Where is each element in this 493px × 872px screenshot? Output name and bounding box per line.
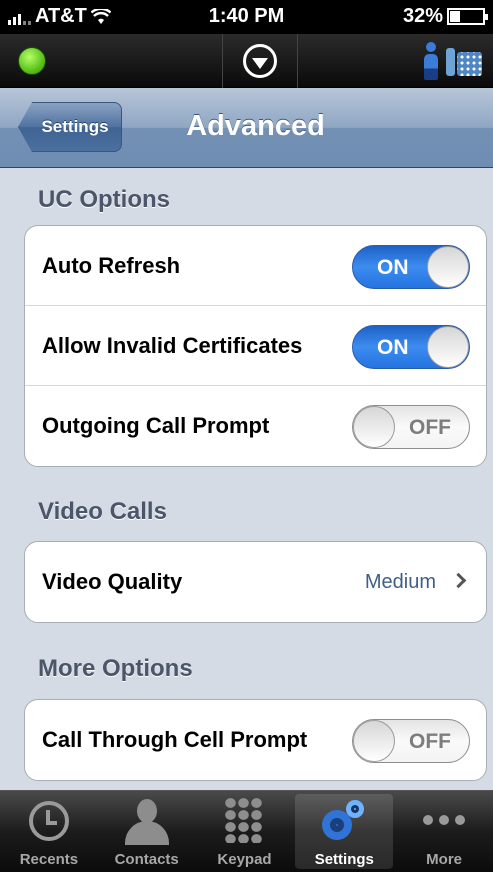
row-label: Allow Invalid Certificates (42, 332, 303, 358)
tab-recents[interactable]: Recents (0, 791, 98, 872)
row-label: Video Quality (42, 569, 183, 594)
section-header-video-calls: Video Calls (38, 498, 167, 525)
battery-icon (447, 8, 488, 25)
tab-label: More (426, 851, 462, 868)
toggle-state: OFF (409, 416, 451, 439)
tab-label: Contacts (114, 851, 179, 868)
tab-settings[interactable]: Settings (295, 794, 394, 869)
keypad-icon (224, 797, 265, 843)
dropdown-arrow-icon (243, 44, 277, 78)
clock-icon (28, 801, 69, 841)
video-quality-value: Medium (364, 570, 436, 593)
row-auto-refresh: Auto Refresh ON (25, 226, 486, 306)
status-bar: AT&T 1:40 PM 32% (0, 0, 493, 34)
tab-label: Settings (314, 851, 374, 868)
toggle-state: OFF (409, 730, 451, 753)
row-label: Auto Refresh (42, 252, 181, 278)
battery-group: 32% (402, 5, 488, 28)
more-dots-icon (423, 815, 466, 825)
row-label: Outgoing Call Prompt (42, 413, 270, 438)
chevron-right-icon (450, 572, 467, 589)
allow-invalid-certificates-toggle[interactable]: ON (352, 325, 470, 369)
person-icon[interactable] (424, 42, 438, 80)
tab-bar: Recents Contacts Keypad Settings More (0, 790, 493, 872)
battery-percent: 32% (402, 5, 443, 27)
row-label: Call Through Cell Prompt (42, 727, 308, 752)
navigation-bar: Settings Advanced (0, 88, 493, 168)
row-video-quality[interactable]: Video Quality Medium (25, 542, 486, 622)
auto-refresh-toggle[interactable]: ON (352, 245, 470, 289)
tab-more[interactable]: More (395, 791, 493, 872)
tab-contacts[interactable]: Contacts (98, 791, 196, 872)
gears-icon (322, 800, 366, 844)
settings-content[interactable]: UC Options Auto Refresh ON Allow Invalid… (0, 168, 493, 790)
app-toolbar (0, 34, 493, 88)
toolbar-menu-button[interactable] (222, 34, 298, 88)
call-through-cell-prompt-toggle[interactable]: OFF (352, 719, 470, 763)
group-more-options: Call Through Cell Prompt OFF (24, 699, 487, 781)
toggle-knob (427, 246, 469, 288)
desk-phone-icon[interactable] (446, 48, 482, 76)
row-call-through-cell-prompt: Call Through Cell Prompt OFF (25, 700, 486, 780)
row-outgoing-call-prompt: Outgoing Call Prompt OFF (25, 386, 486, 466)
toggle-knob (353, 406, 395, 448)
section-header-more-options: More Options (38, 655, 193, 682)
outgoing-call-prompt-toggle[interactable]: OFF (352, 405, 470, 449)
group-uc-options: Auto Refresh ON Allow Invalid Certificat… (24, 225, 487, 467)
toggle-state: ON (377, 256, 409, 279)
tab-label: Keypad (217, 851, 272, 868)
toggle-state: ON (377, 336, 409, 359)
toggle-knob (427, 326, 469, 368)
group-video-calls: Video Quality Medium (24, 541, 487, 623)
row-allow-invalid-certificates: Allow Invalid Certificates ON (25, 306, 486, 386)
toggle-knob (353, 720, 395, 762)
presence-status-icon[interactable] (18, 47, 46, 75)
section-header-uc-options: UC Options (38, 186, 170, 213)
contact-icon (124, 799, 169, 845)
page-title: Advanced (186, 110, 325, 142)
tab-label: Recents (19, 851, 79, 868)
tab-keypad[interactable]: Keypad (196, 791, 294, 872)
